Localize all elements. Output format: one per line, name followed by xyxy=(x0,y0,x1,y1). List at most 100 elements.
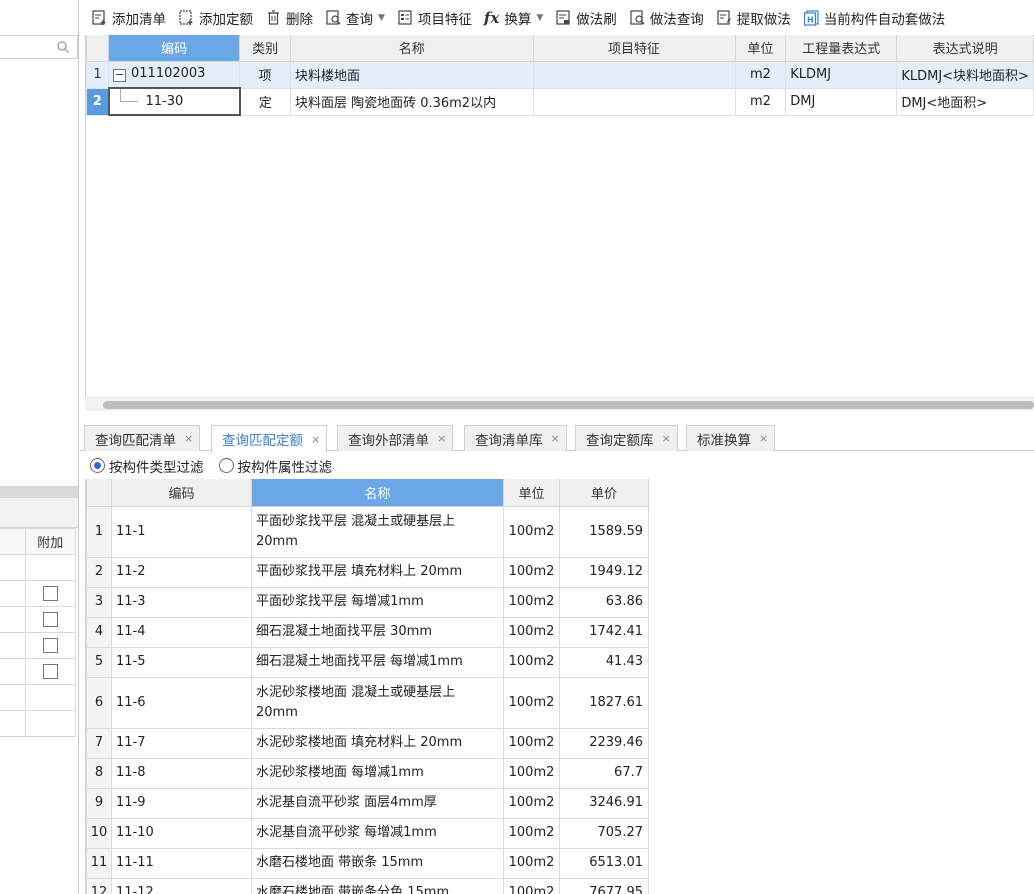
table-row[interactable]: 4 11-4 细石混凝土地面找平层 30mm 100m2 1742.41 xyxy=(86,616,649,648)
price-cell[interactable]: 1589.59 xyxy=(559,505,649,558)
column-header-code[interactable]: 编码 xyxy=(108,35,241,62)
chevron-down-icon[interactable]: ▼ xyxy=(378,13,385,23)
name-cell[interactable]: 平面砂浆找平层 填充材料上 20mm xyxy=(251,556,504,588)
feature-cell[interactable] xyxy=(532,60,736,89)
chevron-down-icon[interactable]: ▼ xyxy=(536,13,543,23)
name-cell[interactable]: 水泥砂浆楼地面 混凝土或硬基层上 20mm xyxy=(251,676,504,729)
unit-cell[interactable]: 100m2 xyxy=(503,877,560,894)
name-cell[interactable]: 水泥砂浆楼地面 每增减1mm xyxy=(251,757,504,789)
feature-cell[interactable] xyxy=(532,87,736,116)
code-cell[interactable]: 11-6 xyxy=(111,676,252,729)
name-cell[interactable]: 平面砂浆找平层 混凝土或硬基层上 20mm xyxy=(251,505,504,558)
close-icon[interactable]: × xyxy=(662,432,671,445)
name-cell[interactable]: 水磨石楼地面 带嵌条分色 15mm xyxy=(251,877,504,894)
auto-method-button[interactable]: H 当前构件自动套做法 xyxy=(803,6,945,30)
query-button[interactable]: 查询 ▼ xyxy=(325,6,385,30)
unit-cell[interactable]: 100m2 xyxy=(503,616,560,648)
name-cell[interactable]: 水泥砂浆楼地面 填充材料上 20mm xyxy=(251,727,504,759)
code-cell[interactable]: 11-2 xyxy=(111,556,252,588)
search-icon[interactable] xyxy=(56,40,70,54)
column-header-price[interactable]: 单价 xyxy=(559,479,649,507)
column-header-description[interactable]: 表达式说明 xyxy=(896,35,1034,62)
price-cell[interactable]: 1827.61 xyxy=(559,676,649,729)
unit-cell[interactable]: 100m2 xyxy=(503,505,560,558)
code-cell[interactable]: 11-30 xyxy=(107,87,241,116)
code-cell[interactable]: 11-12 xyxy=(111,877,252,894)
type-cell[interactable]: 项 xyxy=(239,60,291,89)
attach-checkbox[interactable] xyxy=(42,586,58,601)
table-row[interactable]: 8 11-8 水泥砂浆楼地面 每增减1mm 100m2 67.7 xyxy=(86,757,649,789)
table-row[interactable]: 2 11-30 定 块料面层 陶瓷地面砖 0.36m2以内 m2 DMJ DMJ… xyxy=(86,87,1034,116)
extract-method-button[interactable]: 提取做法 xyxy=(716,6,791,30)
price-cell[interactable]: 3246.91 xyxy=(559,787,649,819)
unit-cell[interactable]: 100m2 xyxy=(503,817,560,849)
attach-checkbox[interactable] xyxy=(42,612,58,627)
name-cell[interactable]: 水泥基自流平砂浆 每增减1mm xyxy=(251,817,504,849)
left-search-input[interactable] xyxy=(0,36,56,58)
scrollbar-thumb[interactable] xyxy=(103,401,1034,409)
name-cell[interactable]: 细石混凝土地面找平层 30mm xyxy=(251,616,504,648)
attach-checkbox[interactable] xyxy=(42,638,58,653)
price-cell[interactable]: 2239.46 xyxy=(559,727,649,759)
code-cell[interactable]: 11-1 xyxy=(111,505,252,558)
name-cell[interactable]: 细石混凝土地面找平层 每增减1mm xyxy=(251,646,504,678)
code-cell[interactable]: 11-3 xyxy=(111,586,252,618)
column-header-code[interactable]: 编码 xyxy=(111,479,252,507)
column-header-name[interactable]: 名称 xyxy=(251,479,504,507)
add-list-button[interactable]: 添加清单 xyxy=(91,6,166,30)
code-cell[interactable]: 11-10 xyxy=(111,817,252,849)
unit-cell[interactable]: 100m2 xyxy=(503,556,560,588)
collapse-icon[interactable]: − xyxy=(113,69,127,83)
close-icon[interactable]: × xyxy=(311,433,320,446)
price-cell[interactable]: 7677.95 xyxy=(559,877,649,894)
code-cell[interactable]: −011102003 xyxy=(108,60,241,89)
column-header-unit[interactable]: 单位 xyxy=(503,479,560,507)
filter-by-attribute-radio[interactable]: 按构件属性过滤 xyxy=(218,456,332,476)
unit-cell[interactable]: 100m2 xyxy=(503,847,560,879)
close-icon[interactable]: × xyxy=(184,432,193,445)
price-cell[interactable]: 705.27 xyxy=(559,817,649,849)
description-cell[interactable]: DMJ<地面积> xyxy=(896,87,1034,116)
price-cell[interactable]: 41.43 xyxy=(559,646,649,678)
add-quota-button[interactable]: 添加定额 xyxy=(178,6,253,30)
expression-cell[interactable]: DMJ xyxy=(785,87,898,116)
price-cell[interactable]: 6513.01 xyxy=(559,847,649,879)
column-header-unit[interactable]: 单位 xyxy=(734,35,787,62)
close-icon[interactable]: × xyxy=(437,432,446,445)
table-row[interactable]: 7 11-7 水泥砂浆楼地面 填充材料上 20mm 100m2 2239.46 xyxy=(86,727,649,759)
method-brush-button[interactable]: 做法刷 xyxy=(555,6,617,30)
code-cell[interactable]: 11-9 xyxy=(111,787,252,819)
name-cell[interactable]: 块料面层 陶瓷地面砖 0.36m2以内 xyxy=(289,87,534,116)
code-cell[interactable]: 11-8 xyxy=(111,757,252,789)
close-icon[interactable]: × xyxy=(551,432,560,445)
name-cell[interactable]: 水泥基自流平砂浆 面层4mm厚 xyxy=(251,787,504,819)
price-cell[interactable]: 63.86 xyxy=(559,586,649,618)
unit-cell[interactable]: 100m2 xyxy=(503,757,560,789)
table-row[interactable]: 10 11-10 水泥基自流平砂浆 每增减1mm 100m2 705.27 xyxy=(86,817,649,849)
table-row[interactable]: 1 11-1 平面砂浆找平层 混凝土或硬基层上 20mm 100m2 1589.59 xyxy=(86,505,649,558)
unit-cell[interactable]: 100m2 xyxy=(503,787,560,819)
table-row[interactable]: 3 11-3 平面砂浆找平层 每增减1mm 100m2 63.86 xyxy=(86,586,649,618)
price-cell[interactable]: 1949.12 xyxy=(559,556,649,588)
left-search-box[interactable] xyxy=(0,35,78,59)
unit-cell[interactable]: 100m2 xyxy=(503,727,560,759)
price-cell[interactable]: 1742.41 xyxy=(559,616,649,648)
tab-match-list[interactable]: 查询匹配清单 × xyxy=(84,425,201,451)
name-cell[interactable]: 平面砂浆找平层 每增减1mm xyxy=(251,586,504,618)
table-row[interactable]: 2 11-2 平面砂浆找平层 填充材料上 20mm 100m2 1949.12 xyxy=(86,556,649,588)
name-cell[interactable]: 块料楼地面 xyxy=(289,60,534,89)
column-header-name[interactable]: 名称 xyxy=(289,35,534,62)
table-row[interactable]: 1 −011102003 项 块料楼地面 m2 KLDMJ KLDMJ<块料地面… xyxy=(86,60,1034,89)
horizontal-scrollbar[interactable] xyxy=(85,397,1034,411)
unit-cell[interactable]: 100m2 xyxy=(503,586,560,618)
tab-match-quota[interactable]: 查询匹配定额 × xyxy=(211,425,328,452)
tab-quota-library[interactable]: 查询定额库 × xyxy=(575,425,678,451)
project-feature-button[interactable]: 项目特征 xyxy=(397,6,472,30)
unit-cell[interactable]: m2 xyxy=(734,87,787,116)
unit-cell[interactable]: 100m2 xyxy=(503,676,560,729)
radio-selected-icon[interactable] xyxy=(90,458,105,473)
method-query-button[interactable]: 做法查询 xyxy=(629,6,704,30)
filter-by-type-radio[interactable]: 按构件类型过滤 xyxy=(90,456,204,476)
radio-unselected-icon[interactable] xyxy=(218,458,234,473)
tab-list-library[interactable]: 查询清单库 × xyxy=(464,425,567,451)
